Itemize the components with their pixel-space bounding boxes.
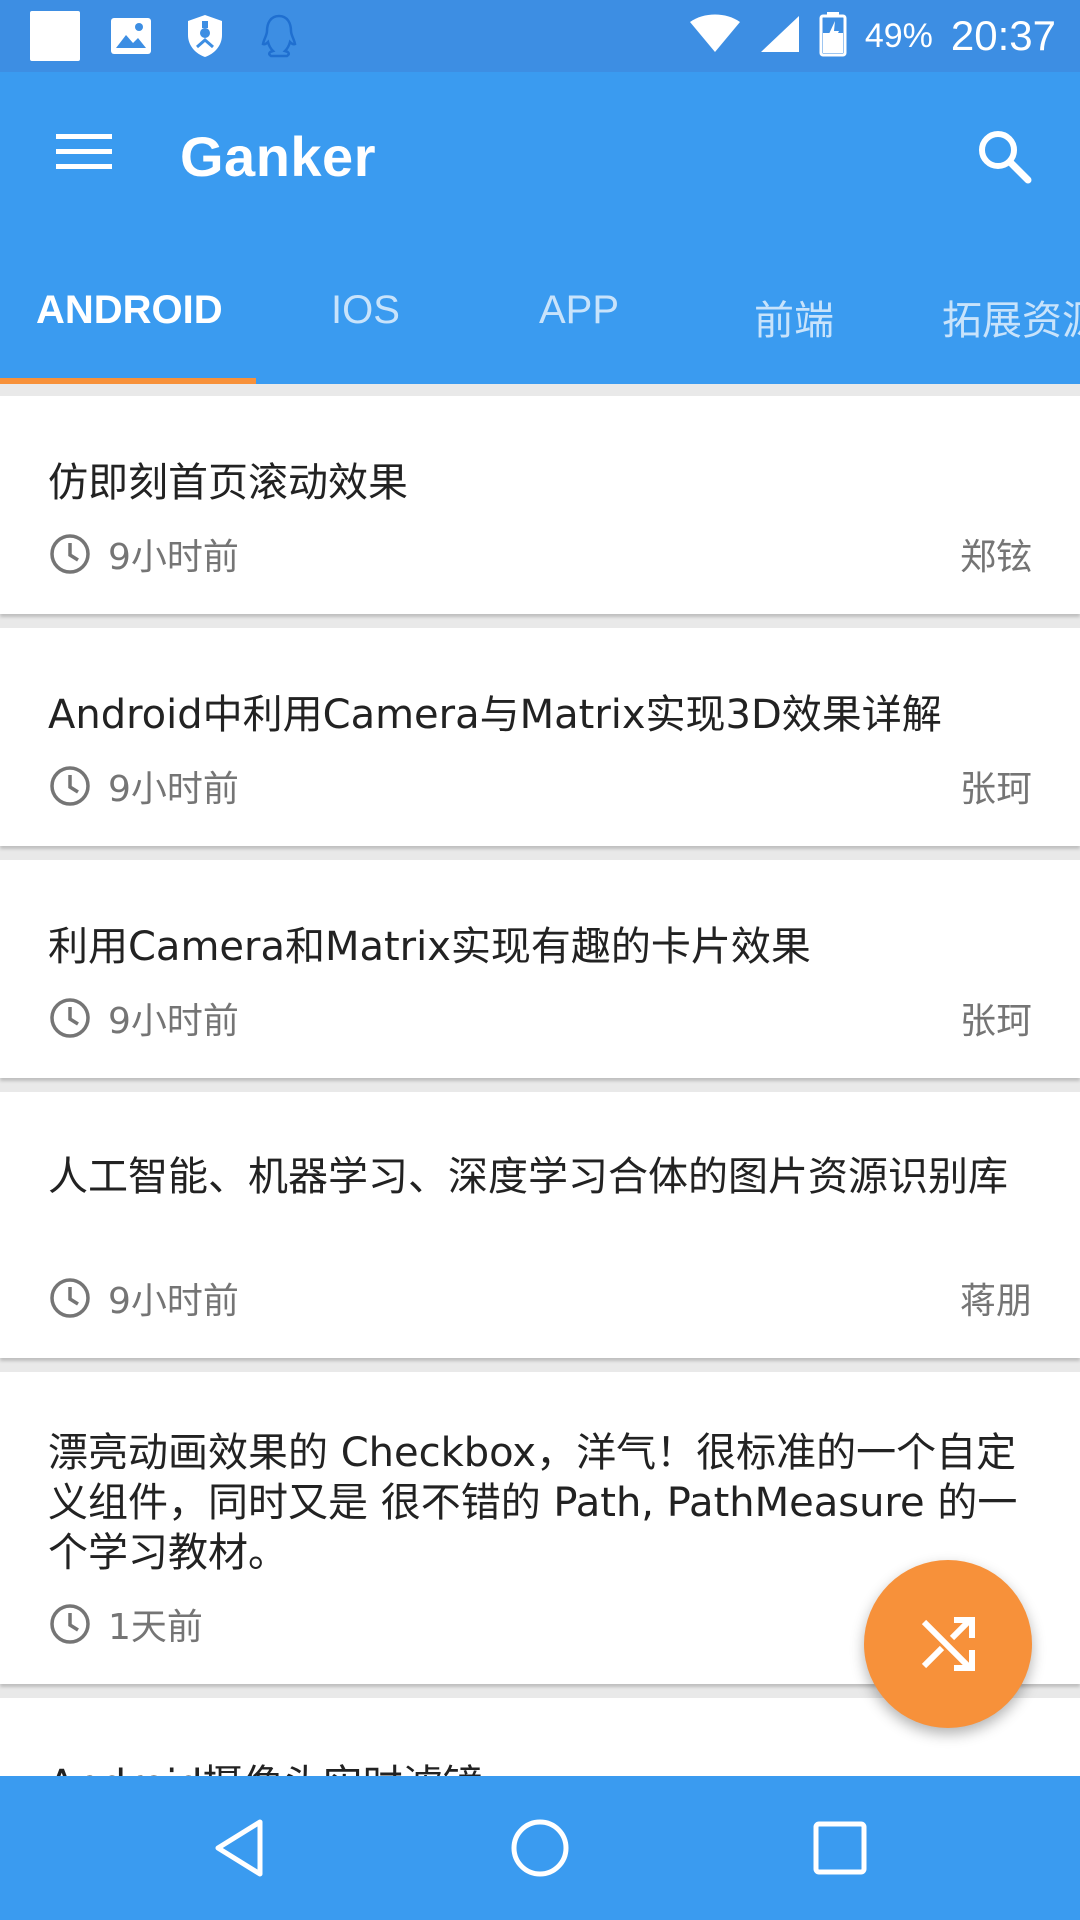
- shuffle-icon: [921, 1617, 975, 1671]
- clock-time: 20:37: [950, 12, 1056, 59]
- hamburger-menu-icon: [56, 134, 112, 169]
- signal-icon: [759, 14, 801, 58]
- clock-icon: [48, 1276, 92, 1320]
- app-title: Ganker: [180, 125, 376, 188]
- article-title: Android中利用Camera与Matrix实现3D效果详解: [48, 692, 942, 738]
- article-author: 张珂: [959, 1001, 1032, 1042]
- home-icon: [511, 1819, 569, 1877]
- tab-extended-resources[interactable]: 拓展资源: [942, 288, 1080, 346]
- article-meta: 9小时前 郑铉: [48, 526, 1032, 582]
- tab-ios[interactable]: IOS: [331, 288, 400, 333]
- article-author: 张珂: [959, 769, 1032, 810]
- clock-icon: [48, 996, 92, 1040]
- search-icon: [979, 131, 1032, 184]
- recents-icon: [813, 1821, 867, 1875]
- article-time: 9小时前: [108, 537, 239, 578]
- status-bar: 49% 20:37: [0, 0, 1080, 72]
- article-time: 9小时前: [108, 1001, 239, 1042]
- back-button[interactable]: [200, 1808, 280, 1888]
- tab-app[interactable]: APP: [539, 288, 619, 333]
- category-tabs: ANDROID IOS APP 前端 拓展资源: [0, 242, 1080, 384]
- article-author: 蒋朋: [959, 1281, 1032, 1322]
- square-notification-icon: [30, 11, 80, 61]
- article-title: 仿即刻首页滚动效果: [48, 460, 408, 506]
- shield-icon: [182, 13, 228, 59]
- article-title: 人工智能、机器学习、深度学习合体的图片资源识别库: [48, 1154, 1008, 1200]
- clock-icon: [48, 1602, 92, 1646]
- article-time: 9小时前: [108, 769, 239, 810]
- qq-penguin-icon: [256, 13, 302, 59]
- article-title: 漂亮动画效果的 Checkbox，洋气！很标准的一个自定义组件，同时又是 很不错…: [48, 1430, 1018, 1576]
- wifi-icon: [689, 14, 741, 58]
- battery-icon: [819, 11, 847, 61]
- article-meta: 9小时前 张珂: [48, 758, 1032, 814]
- tab-android[interactable]: ANDROID: [36, 288, 223, 333]
- system-navigation-bar: [0, 1776, 1080, 1920]
- menu-button[interactable]: [48, 122, 120, 182]
- notification-icons: [30, 10, 302, 62]
- recents-button[interactable]: [800, 1808, 880, 1888]
- search-button[interactable]: [964, 116, 1044, 196]
- clock-icon: [48, 764, 92, 808]
- article-author: 郑铉: [959, 537, 1032, 578]
- image-icon: [108, 13, 154, 59]
- article-time: 1天前: [108, 1607, 203, 1648]
- system-indicators: 49% 20:37: [689, 6, 1056, 66]
- home-button[interactable]: [500, 1808, 580, 1888]
- article-title: Android摄像头实时滤镜: [48, 1760, 1032, 1776]
- article-meta: 9小时前 张珂: [48, 990, 1032, 1046]
- app-toolbar: Ganker: [0, 72, 1080, 242]
- tab-frontend[interactable]: 前端: [754, 288, 834, 346]
- article-title: 利用Camera和Matrix实现有趣的卡片效果: [48, 924, 811, 970]
- article-card[interactable]: Android中利用Camera与Matrix实现3D效果详解 9小时前 张珂: [0, 628, 1080, 846]
- battery-percent: 49%: [864, 16, 933, 55]
- back-icon: [215, 1819, 263, 1877]
- article-card[interactable]: 利用Camera和Matrix实现有趣的卡片效果 9小时前 张珂: [0, 860, 1080, 1078]
- article-card[interactable]: 仿即刻首页滚动效果 9小时前 郑铉: [0, 396, 1080, 614]
- clock-icon: [48, 532, 92, 576]
- article-card[interactable]: 人工智能、机器学习、深度学习合体的图片资源识别库 9小时前 蒋朋: [0, 1092, 1080, 1358]
- article-time: 9小时前: [108, 1281, 239, 1322]
- shuffle-button[interactable]: [864, 1560, 1032, 1728]
- article-meta: 9小时前 蒋朋: [48, 1270, 1032, 1326]
